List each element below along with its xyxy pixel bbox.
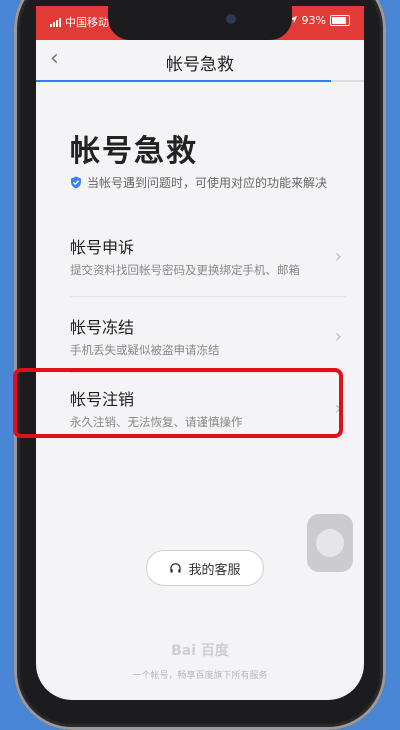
nav-bar: ‹ 帐号急救 (36, 40, 364, 80)
progress-fill (36, 80, 332, 82)
notch (108, 6, 292, 40)
assistive-touch-button[interactable] (307, 514, 353, 572)
menu-item-appeal[interactable]: 帐号申诉 提交资料找回帐号密码及更换绑定手机、邮箱 › (70, 226, 346, 290)
carrier-label: 中国移动 (65, 16, 109, 29)
battery-icon (330, 15, 350, 26)
baidu-logo: Bai 百度 (171, 643, 229, 659)
my-service-button[interactable]: 我的客服 (146, 550, 264, 586)
progress-bar (36, 80, 364, 82)
chevron-right-icon: › (334, 246, 342, 267)
battery-percent: 93% (301, 14, 326, 27)
chevron-right-icon: › (334, 326, 342, 347)
divider (70, 296, 346, 297)
headset-icon (169, 562, 182, 575)
footer-note: 一个帐号，畅享百度旗下所有服务 (132, 671, 268, 681)
menu-item-title: 帐号申诉 (70, 238, 135, 257)
subtitle-text: 当帐号遇到问题时，可使用对应的功能来解决 (87, 176, 328, 190)
page-subtitle: 当帐号遇到问题时，可使用对应的功能来解决 (70, 174, 327, 191)
screen: 中国移动 93% ‹ 帐号急救 帐号急救 当帐号遇到问题时，可使用对应的功能来解… (36, 6, 364, 700)
camera-dot (226, 14, 236, 24)
highlight-box (13, 368, 343, 438)
nav-title: 帐号急救 (166, 55, 234, 75)
signal-icon (50, 17, 61, 27)
page-title: 帐号急救 (70, 134, 198, 169)
shield-check-icon (70, 176, 82, 189)
menu-item-freeze[interactable]: 帐号冻结 手机丢失或疑似被盗申请冻结 › (70, 306, 346, 370)
menu-item-desc: 手机丢失或疑似被盗申请冻结 (70, 343, 220, 357)
status-right: 93% (289, 14, 350, 27)
my-service-label: 我的客服 (188, 562, 241, 578)
menu-item-desc: 提交资料找回帐号密码及更换绑定手机、邮箱 (70, 263, 300, 277)
menu-item-title: 帐号冻结 (70, 318, 135, 337)
